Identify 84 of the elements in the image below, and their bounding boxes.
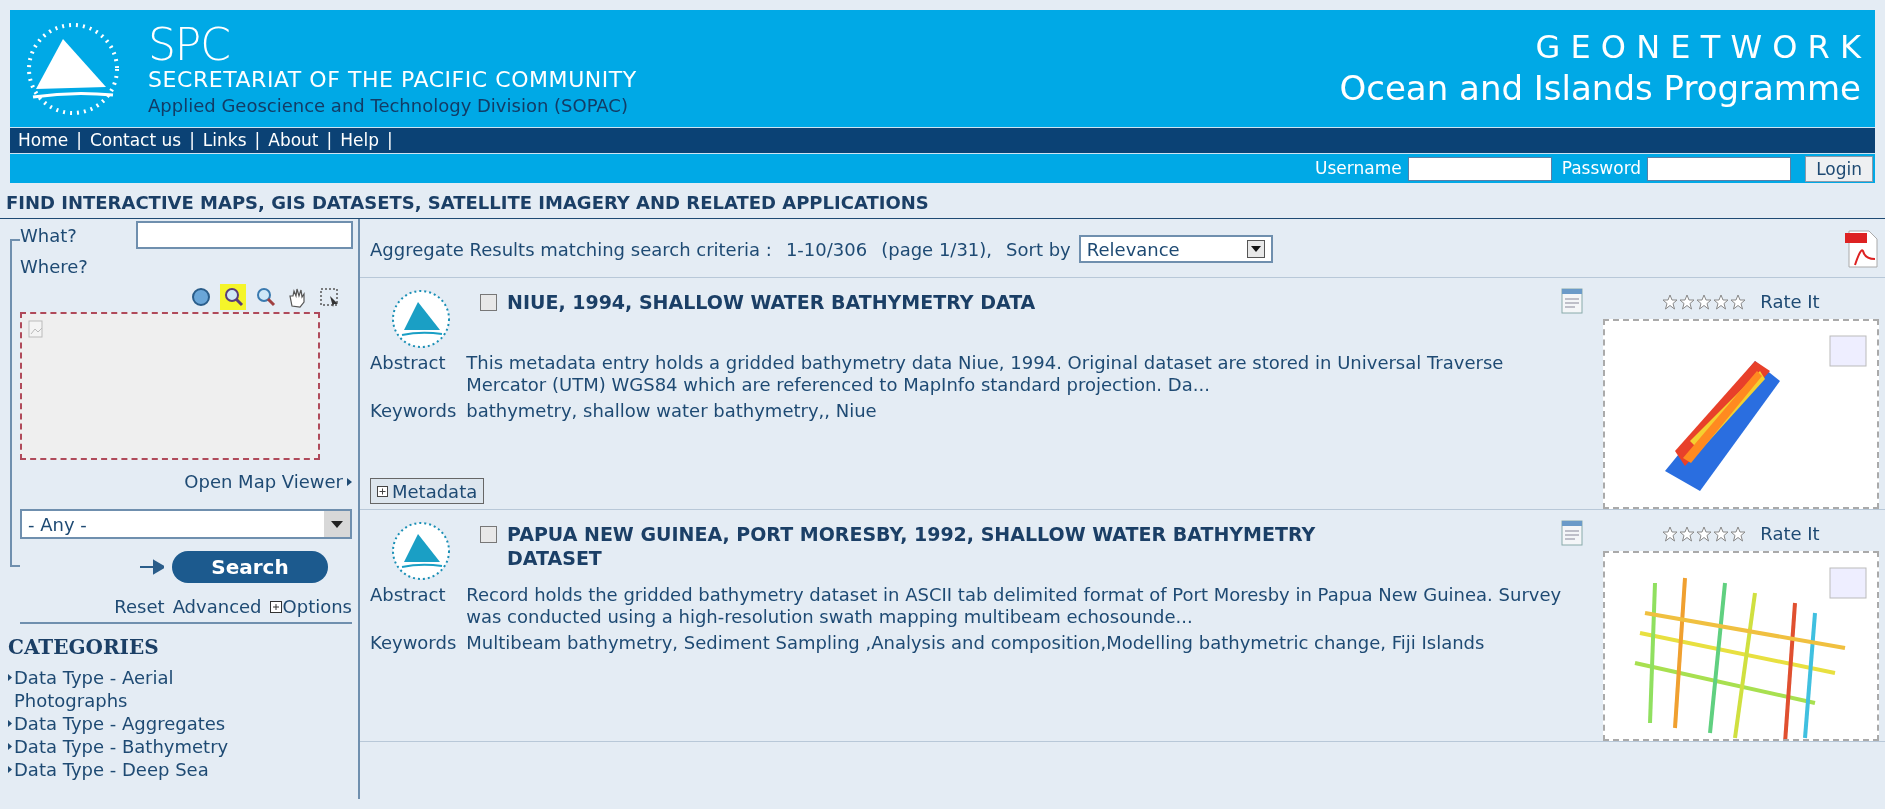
rate-it-link[interactable]: Rate It (1760, 520, 1820, 547)
document-icon[interactable] (1561, 520, 1583, 546)
hand-icon[interactable] (286, 286, 308, 308)
star-icon[interactable] (1713, 293, 1730, 310)
selection-box-icon[interactable] (318, 286, 340, 308)
nav-separator: | (254, 128, 261, 152)
organisation-name: SECRETARIAT OF THE PACIFIC COMMUNITY (148, 68, 637, 91)
division-name: Applied Geoscience and Technology Division (SOPAC) (148, 96, 629, 115)
caret-icon (347, 477, 352, 486)
caret-icon (8, 674, 12, 681)
star-icon[interactable] (1662, 293, 1679, 310)
globe-icon[interactable] (190, 286, 212, 308)
search-link[interactable]: Advanced (172, 593, 262, 620)
abstract-label: Abstract (370, 352, 447, 375)
open-map-viewer-link[interactable]: Open Map Viewer (184, 468, 343, 495)
nav-separator: | (76, 128, 82, 152)
search-button[interactable]: Search (172, 551, 328, 583)
star-icon[interactable] (1662, 525, 1679, 542)
checkbox[interactable] (480, 526, 497, 543)
keywords-label: Keywords (370, 632, 457, 654)
page-heading: FIND INTERACTIVE MAPS, GIS DATASETS, SATELLITE IMAGERY AND RELATED APPLICATIONS (6, 191, 930, 215)
nav-link[interactable]: Contact us (89, 127, 182, 154)
region-dropdown[interactable]: - Any - (20, 509, 352, 539)
nav-separator: | (387, 128, 393, 152)
what-field[interactable] (136, 221, 353, 249)
caret-icon (8, 720, 12, 727)
broken-image-icon (28, 320, 46, 340)
nav-separator: | (189, 128, 195, 152)
star-icon[interactable] (1696, 525, 1713, 542)
nav-link[interactable]: Help (340, 127, 380, 154)
star-icon[interactable] (1730, 525, 1747, 542)
document-icon[interactable] (1561, 288, 1583, 314)
nav-link[interactable]: About (268, 127, 319, 154)
sort-dropdown[interactable]: Relevance (1078, 235, 1273, 263)
results-page: (page 1/31), (881, 237, 993, 262)
nav-separator: | (326, 128, 333, 152)
keywords-text: Multibeam bathymetry, Sediment Sampling ,Analysis and composition,Modelling bathymetric change, Fiji Islands (466, 632, 1486, 654)
sail-logo-icon (390, 520, 452, 582)
rate-it-link[interactable]: Rate It (1760, 288, 1820, 315)
caret-icon (8, 766, 12, 773)
brand-title: G E O N E T W O R K (1535, 27, 1861, 68)
sail-logo-icon (390, 288, 452, 350)
programme-title: Ocean and Islands Programme (1339, 67, 1861, 110)
plus-box-icon (269, 600, 282, 613)
metadata-button[interactable]: Metadata (370, 478, 485, 504)
category-link[interactable]: Data Type - Aerial Photographs (14, 666, 264, 712)
where-label: Where? (20, 255, 89, 279)
abstract-text: This metadata entry holds a gridded bathymetry data Niue, 1994. Original dataset are stored in Universal Traverse Mercator (UTM) WGS84 which are referenced to MapInfo standard projection. Da... (466, 352, 1505, 396)
record-title[interactable]: NIUE, 1994, SHALLOW WATER BATHYMETRY DATA (507, 290, 1407, 314)
star-icon[interactable] (1679, 525, 1696, 542)
record-title[interactable]: PAPUA NEW GUINEA, PORT MORESBY, 1992, SHALLOW WATER BATHYMETRY DATASET (507, 522, 1407, 570)
zoom-in-icon[interactable] (222, 286, 244, 308)
category-link[interactable]: Data Type - Deep Sea (14, 758, 264, 781)
arrow-icon (140, 559, 164, 575)
nav-link[interactable]: Links (202, 127, 247, 154)
categories-heading: CATEGORIES (8, 634, 160, 661)
zoom-out-icon[interactable] (254, 286, 276, 308)
password-field[interactable] (1647, 156, 1792, 181)
username-field[interactable] (1407, 156, 1552, 181)
org-abbreviation: SPC (148, 22, 231, 67)
abstract-text: Record holds the gridded bathymetry dataset in ASCII tab delimited format of Port Moresby in Papua New Guinea. Survey was conducted using a high-resolution swath mapping multibeam echosounde... (466, 584, 1563, 628)
password-label: Password (1561, 156, 1642, 180)
pdf-icon[interactable] (1845, 229, 1879, 269)
star-icon[interactable] (1730, 293, 1747, 310)
options-link[interactable]: Options (269, 593, 352, 620)
star-icon[interactable] (1679, 293, 1696, 310)
results-range: 1-10/306 (785, 237, 868, 262)
keywords-text: bathymetry, shallow water bathymetry,, Niue (466, 400, 878, 422)
results-summary: Aggregate Results matching search criteria : (370, 237, 772, 262)
keywords-label: Keywords (370, 400, 457, 422)
sort-label: Sort by (1006, 237, 1071, 262)
plus-box-icon (377, 485, 388, 497)
star-icon[interactable] (1713, 525, 1730, 542)
username-label: Username (1315, 156, 1402, 180)
checkbox[interactable] (480, 294, 497, 311)
caret-icon (8, 743, 12, 750)
category-link[interactable]: Data Type - Bathymetry (14, 735, 264, 758)
what-label: What? (20, 223, 77, 248)
nav-link[interactable]: Home (18, 127, 69, 154)
category-link[interactable]: Data Type - Aggregates (14, 712, 264, 735)
star-icon[interactable] (1696, 293, 1713, 310)
search-link[interactable]: Reset (114, 593, 165, 620)
abstract-label: Abstract (370, 584, 447, 607)
login-button[interactable]: Login (1805, 155, 1873, 182)
